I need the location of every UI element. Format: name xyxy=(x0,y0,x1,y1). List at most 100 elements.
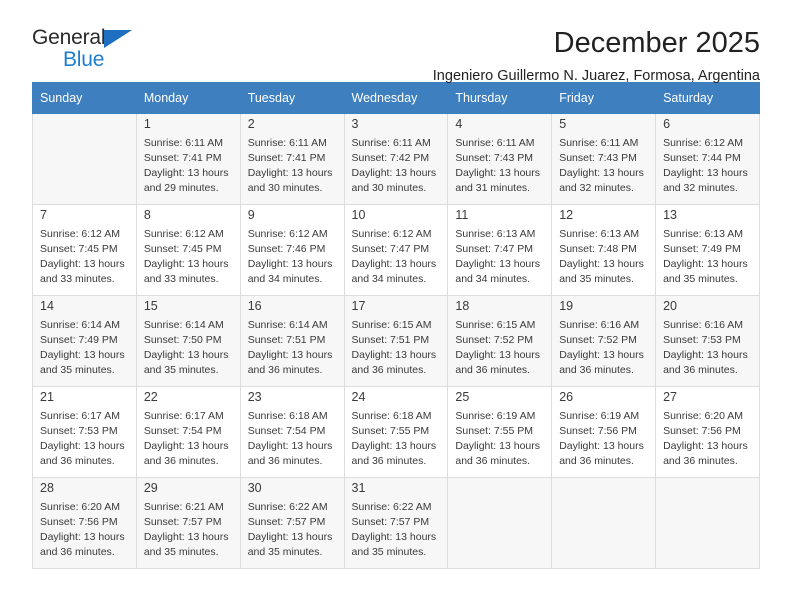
daylight-text-line1: Daylight: 13 hours xyxy=(351,439,437,452)
day-details: Sunrise: 6:15 AM Sunset: 7:51 PM Dayligh… xyxy=(345,317,448,378)
day-details: Sunrise: 6:14 AM Sunset: 7:51 PM Dayligh… xyxy=(241,317,344,378)
weekday-header-wednesday: Wednesday xyxy=(343,82,449,114)
day-cell[interactable]: 24 Sunrise: 6:18 AM Sunset: 7:55 PM Dayl… xyxy=(343,386,449,478)
day-details: Sunrise: 6:11 AM Sunset: 7:42 PM Dayligh… xyxy=(345,135,448,196)
day-cell[interactable]: 29 Sunrise: 6:21 AM Sunset: 7:57 PM Dayl… xyxy=(135,477,241,569)
daylight-text-line1: Daylight: 13 hours xyxy=(143,257,229,270)
day-details: Sunrise: 6:18 AM Sunset: 7:55 PM Dayligh… xyxy=(345,408,448,469)
day-details: Sunrise: 6:16 AM Sunset: 7:53 PM Dayligh… xyxy=(656,317,759,378)
day-cell[interactable]: 8 Sunrise: 6:12 AM Sunset: 7:45 PM Dayli… xyxy=(135,204,241,296)
logo-text-blue: Blue xyxy=(63,48,105,71)
day-cell[interactable]: 3 Sunrise: 6:11 AM Sunset: 7:42 PM Dayli… xyxy=(343,113,449,205)
weekday-header-tuesday: Tuesday xyxy=(239,82,345,114)
calendar-body: 1 Sunrise: 6:11 AM Sunset: 7:41 PM Dayli… xyxy=(32,113,760,569)
day-number: 9 xyxy=(247,208,255,222)
sunrise-text: Sunrise: 6:19 AM xyxy=(455,410,536,422)
sunrise-text: Sunrise: 6:16 AM xyxy=(663,319,744,331)
sunrise-sunset-calendar: Sunday Monday Tuesday Wednesday Thursday… xyxy=(32,82,760,569)
day-number: 27 xyxy=(663,390,677,404)
day-details: Sunrise: 6:15 AM Sunset: 7:52 PM Dayligh… xyxy=(448,317,551,378)
day-number: 6 xyxy=(663,117,671,131)
day-cell[interactable]: 25 Sunrise: 6:19 AM Sunset: 7:55 PM Dayl… xyxy=(447,386,553,478)
day-cell[interactable]: 27 Sunrise: 6:20 AM Sunset: 7:56 PM Dayl… xyxy=(655,386,760,478)
day-details: Sunrise: 6:13 AM Sunset: 7:49 PM Dayligh… xyxy=(656,226,759,287)
day-cell[interactable]: 4 Sunrise: 6:11 AM Sunset: 7:43 PM Dayli… xyxy=(447,113,553,205)
day-cell[interactable]: 28 Sunrise: 6:20 AM Sunset: 7:56 PM Dayl… xyxy=(32,477,137,569)
sunrise-text: Sunrise: 6:11 AM xyxy=(247,137,327,149)
day-cell[interactable]: 7 Sunrise: 6:12 AM Sunset: 7:45 PM Dayli… xyxy=(32,204,137,296)
day-cell[interactable]: 30 Sunrise: 6:22 AM Sunset: 7:57 PM Dayl… xyxy=(239,477,345,569)
day-number: 17 xyxy=(351,299,366,313)
day-cell[interactable]: 19 Sunrise: 6:16 AM Sunset: 7:52 PM Dayl… xyxy=(551,295,657,387)
sunrise-text: Sunrise: 6:13 AM xyxy=(663,228,744,240)
daylight-text-line2: and 36 minutes. xyxy=(455,454,531,467)
day-details: Sunrise: 6:12 AM Sunset: 7:45 PM Dayligh… xyxy=(33,226,136,287)
daylight-text-line1: Daylight: 13 hours xyxy=(143,439,229,452)
daylight-text-line2: and 29 minutes. xyxy=(143,181,219,194)
day-cell[interactable]: 26 Sunrise: 6:19 AM Sunset: 7:56 PM Dayl… xyxy=(551,386,657,478)
day-cell xyxy=(655,477,760,569)
day-number: 31 xyxy=(351,481,366,495)
day-cell[interactable]: 12 Sunrise: 6:13 AM Sunset: 7:48 PM Dayl… xyxy=(551,204,657,296)
daylight-text-line1: Daylight: 13 hours xyxy=(247,257,333,270)
day-cell[interactable]: 31 Sunrise: 6:22 AM Sunset: 7:57 PM Dayl… xyxy=(343,477,449,569)
day-number: 4 xyxy=(455,117,463,131)
day-cell[interactable]: 22 Sunrise: 6:17 AM Sunset: 7:54 PM Dayl… xyxy=(135,386,241,478)
day-cell[interactable]: 1 Sunrise: 6:11 AM Sunset: 7:41 PM Dayli… xyxy=(135,113,241,205)
day-details: Sunrise: 6:14 AM Sunset: 7:50 PM Dayligh… xyxy=(137,317,240,378)
daylight-text-line2: and 34 minutes. xyxy=(455,272,531,285)
daylight-text-line2: and 36 minutes. xyxy=(351,363,427,376)
day-cell[interactable]: 15 Sunrise: 6:14 AM Sunset: 7:50 PM Dayl… xyxy=(135,295,241,387)
day-cell[interactable]: 11 Sunrise: 6:13 AM Sunset: 7:47 PM Dayl… xyxy=(447,204,553,296)
sunrise-text: Sunrise: 6:18 AM xyxy=(351,410,432,422)
day-details: Sunrise: 6:12 AM Sunset: 7:44 PM Dayligh… xyxy=(656,135,759,196)
daylight-text-line2: and 35 minutes. xyxy=(143,363,219,376)
day-cell[interactable]: 14 Sunrise: 6:14 AM Sunset: 7:49 PM Dayl… xyxy=(32,295,137,387)
day-cell[interactable]: 16 Sunrise: 6:14 AM Sunset: 7:51 PM Dayl… xyxy=(239,295,345,387)
daylight-text-line2: and 36 minutes. xyxy=(40,545,115,558)
day-cell[interactable]: 23 Sunrise: 6:18 AM Sunset: 7:54 PM Dayl… xyxy=(239,386,345,478)
day-cell[interactable]: 13 Sunrise: 6:13 AM Sunset: 7:49 PM Dayl… xyxy=(655,204,760,296)
daylight-text-line1: Daylight: 13 hours xyxy=(40,257,125,270)
day-number: 10 xyxy=(351,208,366,222)
daylight-text-line2: and 33 minutes. xyxy=(143,272,219,285)
day-cell[interactable]: 20 Sunrise: 6:16 AM Sunset: 7:53 PM Dayl… xyxy=(655,295,760,387)
day-cell[interactable]: 2 Sunrise: 6:11 AM Sunset: 7:41 PM Dayli… xyxy=(239,113,345,205)
day-cell[interactable]: 9 Sunrise: 6:12 AM Sunset: 7:46 PM Dayli… xyxy=(239,204,345,296)
sunset-text: Sunset: 7:56 PM xyxy=(559,424,637,437)
calendar-page: General Blue December 2025 Ingeniero Gui… xyxy=(0,0,792,612)
generalblue-logo[interactable]: General Blue xyxy=(32,26,152,74)
day-details: Sunrise: 6:19 AM Sunset: 7:56 PM Dayligh… xyxy=(552,408,655,469)
daylight-text-line2: and 30 minutes. xyxy=(351,181,427,194)
day-number: 13 xyxy=(663,208,677,222)
day-number: 3 xyxy=(351,117,359,131)
daylight-text-line1: Daylight: 13 hours xyxy=(663,439,748,452)
day-details: Sunrise: 6:17 AM Sunset: 7:53 PM Dayligh… xyxy=(33,408,136,469)
day-number: 18 xyxy=(455,299,470,313)
day-number: 25 xyxy=(455,390,470,404)
sunrise-text: Sunrise: 6:11 AM xyxy=(351,137,431,149)
day-cell[interactable]: 17 Sunrise: 6:15 AM Sunset: 7:51 PM Dayl… xyxy=(343,295,449,387)
daylight-text-line2: and 36 minutes. xyxy=(143,454,219,467)
day-number: 7 xyxy=(40,208,47,222)
day-number: 28 xyxy=(40,481,54,495)
sunrise-text: Sunrise: 6:11 AM xyxy=(559,137,639,149)
day-cell[interactable]: 6 Sunrise: 6:12 AM Sunset: 7:44 PM Dayli… xyxy=(655,113,760,205)
weekday-header-friday: Friday xyxy=(551,82,657,114)
day-cell[interactable]: 5 Sunrise: 6:11 AM Sunset: 7:43 PM Dayli… xyxy=(551,113,657,205)
daylight-text-line1: Daylight: 13 hours xyxy=(143,530,229,543)
sunset-text: Sunset: 7:46 PM xyxy=(247,242,326,255)
sunrise-text: Sunrise: 6:22 AM xyxy=(351,501,432,513)
day-cell[interactable]: 21 Sunrise: 6:17 AM Sunset: 7:53 PM Dayl… xyxy=(32,386,137,478)
daylight-text-line2: and 36 minutes. xyxy=(455,363,531,376)
calendar-week-row: 1 Sunrise: 6:11 AM Sunset: 7:41 PM Dayli… xyxy=(32,113,760,205)
sunset-text: Sunset: 7:43 PM xyxy=(559,151,637,164)
day-cell[interactable]: 10 Sunrise: 6:12 AM Sunset: 7:47 PM Dayl… xyxy=(343,204,449,296)
day-cell[interactable]: 18 Sunrise: 6:15 AM Sunset: 7:52 PM Dayl… xyxy=(447,295,553,387)
day-details: Sunrise: 6:22 AM Sunset: 7:57 PM Dayligh… xyxy=(241,499,344,560)
day-details: Sunrise: 6:13 AM Sunset: 7:47 PM Dayligh… xyxy=(448,226,551,287)
sunset-text: Sunset: 7:47 PM xyxy=(351,242,430,255)
sunset-text: Sunset: 7:43 PM xyxy=(455,151,534,164)
daylight-text-line2: and 36 minutes. xyxy=(663,454,738,467)
calendar-week-row: 21 Sunrise: 6:17 AM Sunset: 7:53 PM Dayl… xyxy=(32,386,760,478)
